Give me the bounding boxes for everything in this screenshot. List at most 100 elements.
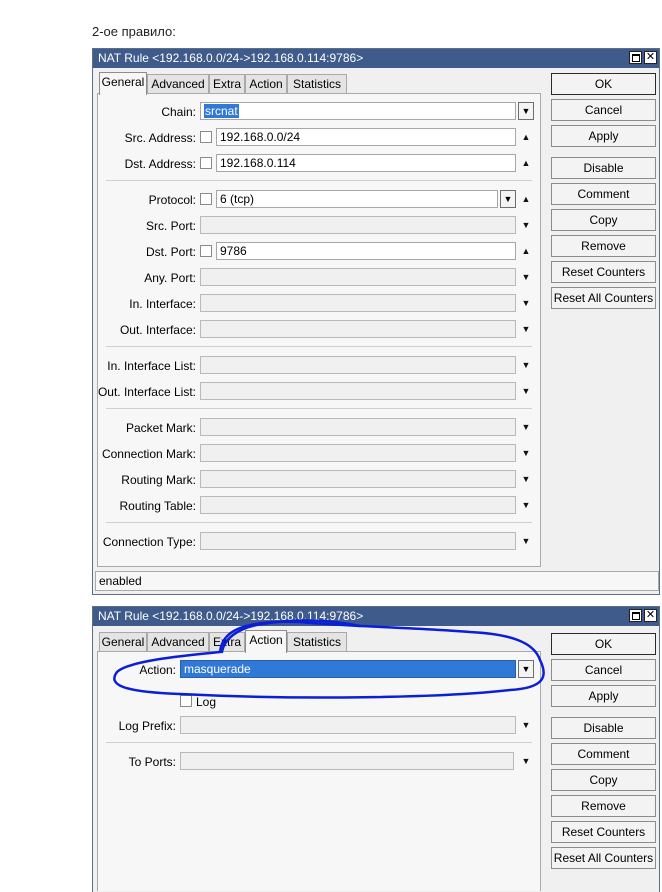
connection-type-label: Connection Type:: [102, 535, 196, 549]
triangle-down-icon[interactable]: ▼: [520, 324, 532, 334]
comment-button[interactable]: Comment: [551, 183, 656, 205]
tab-action[interactable]: Action: [245, 630, 287, 653]
packet-mark-field[interactable]: [200, 418, 516, 436]
triangle-down-icon[interactable]: ▼: [520, 720, 532, 730]
dst-address-negate-checkbox[interactable]: [200, 157, 212, 169]
tab-statistics[interactable]: Statistics: [287, 74, 347, 94]
triangle-up-icon[interactable]: ▲: [520, 158, 532, 168]
src-address-negate-checkbox[interactable]: [200, 131, 212, 143]
triangle-down-icon[interactable]: ▼: [520, 272, 532, 282]
separator: [106, 408, 532, 409]
to-ports-label: To Ports:: [128, 755, 176, 769]
in-interface-label: In. Interface:: [129, 297, 196, 311]
cancel-button[interactable]: Cancel: [551, 659, 656, 681]
src-address-field[interactable]: 192.168.0.0/24: [216, 128, 516, 146]
chain-label: Chain:: [161, 105, 196, 119]
nat-rule-window-action: NAT Rule <192.168.0.0/24->192.168.0.114:…: [92, 606, 660, 892]
triangle-down-icon[interactable]: ▼: [520, 220, 532, 230]
in-interface-field[interactable]: [200, 294, 516, 312]
close-icon[interactable]: ✕: [644, 51, 657, 64]
triangle-down-icon[interactable]: ▼: [520, 536, 532, 546]
log-prefix-label: Log Prefix:: [118, 719, 176, 733]
dst-port-field[interactable]: 9786: [216, 242, 516, 260]
any-port-row: Any. Port: ▼: [98, 268, 540, 288]
reset-counters-button[interactable]: Reset Counters: [551, 821, 656, 843]
window-titlebar[interactable]: NAT Rule <192.168.0.0/24->192.168.0.114:…: [93, 607, 659, 626]
triangle-down-icon[interactable]: ▼: [520, 500, 532, 510]
disable-button[interactable]: Disable: [551, 157, 656, 179]
dropdown-arrow-icon[interactable]: ▼: [518, 102, 534, 120]
tab-advanced[interactable]: Advanced: [147, 74, 209, 94]
separator: [106, 522, 532, 523]
triangle-down-icon[interactable]: ▼: [520, 298, 532, 308]
src-port-label: Src. Port:: [145, 219, 196, 233]
ok-button[interactable]: OK: [551, 633, 656, 655]
any-port-field[interactable]: [200, 268, 516, 286]
dst-address-field[interactable]: 192.168.0.114: [216, 154, 516, 172]
in-interface-list-field[interactable]: [200, 356, 516, 374]
src-port-row: Src. Port: ▼: [98, 216, 540, 236]
window-titlebar[interactable]: NAT Rule <192.168.0.0/24->192.168.0.114:…: [93, 49, 659, 68]
protocol-field[interactable]: 6 (tcp): [216, 190, 498, 208]
src-port-field[interactable]: [200, 216, 516, 234]
disable-button[interactable]: Disable: [551, 717, 656, 739]
dropdown-arrow-icon[interactable]: ▼: [500, 190, 516, 208]
out-interface-field[interactable]: [200, 320, 516, 338]
apply-button[interactable]: Apply: [551, 685, 656, 707]
remove-button[interactable]: Remove: [551, 795, 656, 817]
reset-counters-button[interactable]: Reset Counters: [551, 261, 656, 283]
routing-table-row: Routing Table: ▼: [98, 496, 540, 516]
separator: [106, 180, 532, 181]
close-icon[interactable]: ✕: [644, 609, 657, 622]
tab-general[interactable]: General: [99, 632, 147, 652]
connection-mark-field[interactable]: [200, 444, 516, 462]
tab-action[interactable]: Action: [245, 74, 287, 94]
log-row: Log: [98, 692, 540, 712]
dst-port-negate-checkbox[interactable]: [200, 245, 212, 257]
triangle-down-icon[interactable]: ▼: [520, 756, 532, 766]
dropdown-arrow-icon[interactable]: ▼: [518, 660, 534, 678]
log-checkbox[interactable]: [180, 695, 192, 707]
cancel-button[interactable]: Cancel: [551, 99, 656, 121]
tab-statistics[interactable]: Statistics: [287, 632, 347, 652]
connection-type-field[interactable]: [200, 532, 516, 550]
triangle-down-icon[interactable]: ▼: [520, 448, 532, 458]
remove-button[interactable]: Remove: [551, 235, 656, 257]
triangle-up-icon[interactable]: ▲: [520, 246, 532, 256]
reset-all-counters-button[interactable]: Reset All Counters: [551, 847, 656, 869]
protocol-label: Protocol:: [148, 193, 196, 207]
dst-port-row: Dst. Port: 9786 ▲: [98, 242, 540, 262]
triangle-down-icon[interactable]: ▼: [520, 474, 532, 484]
tab-extra[interactable]: Extra: [209, 632, 245, 652]
triangle-up-icon[interactable]: ▲: [520, 194, 532, 204]
triangle-down-icon[interactable]: ▼: [520, 360, 532, 370]
to-ports-row: To Ports: ▼: [98, 752, 540, 772]
copy-button[interactable]: Copy: [551, 769, 656, 791]
ok-button[interactable]: OK: [551, 73, 656, 95]
log-prefix-field[interactable]: [180, 716, 516, 734]
chain-value: srcnat: [204, 104, 239, 118]
triangle-down-icon[interactable]: ▼: [520, 422, 532, 432]
action-field[interactable]: masquerade: [180, 660, 516, 678]
out-interface-list-label: Out. Interface List:: [97, 385, 196, 399]
apply-button[interactable]: Apply: [551, 125, 656, 147]
reset-all-counters-button[interactable]: Reset All Counters: [551, 287, 656, 309]
routing-mark-label: Routing Mark:: [121, 473, 196, 487]
connection-mark-label: Connection Mark:: [101, 447, 196, 461]
comment-button[interactable]: Comment: [551, 743, 656, 765]
src-address-row: Src. Address: 192.168.0.0/24 ▲: [98, 128, 540, 148]
routing-mark-field[interactable]: [200, 470, 516, 488]
triangle-up-icon[interactable]: ▲: [520, 132, 532, 142]
tab-advanced[interactable]: Advanced: [147, 632, 209, 652]
restore-window-icon[interactable]: [629, 51, 642, 64]
protocol-negate-checkbox[interactable]: [200, 193, 212, 205]
triangle-down-icon[interactable]: ▼: [520, 386, 532, 396]
routing-table-field[interactable]: [200, 496, 516, 514]
chain-field[interactable]: srcnat: [200, 102, 516, 120]
to-ports-field[interactable]: [180, 752, 514, 770]
restore-window-icon[interactable]: [629, 609, 642, 622]
out-interface-list-field[interactable]: [200, 382, 516, 400]
copy-button[interactable]: Copy: [551, 209, 656, 231]
tab-extra[interactable]: Extra: [209, 74, 245, 94]
tab-general[interactable]: General: [99, 72, 147, 95]
